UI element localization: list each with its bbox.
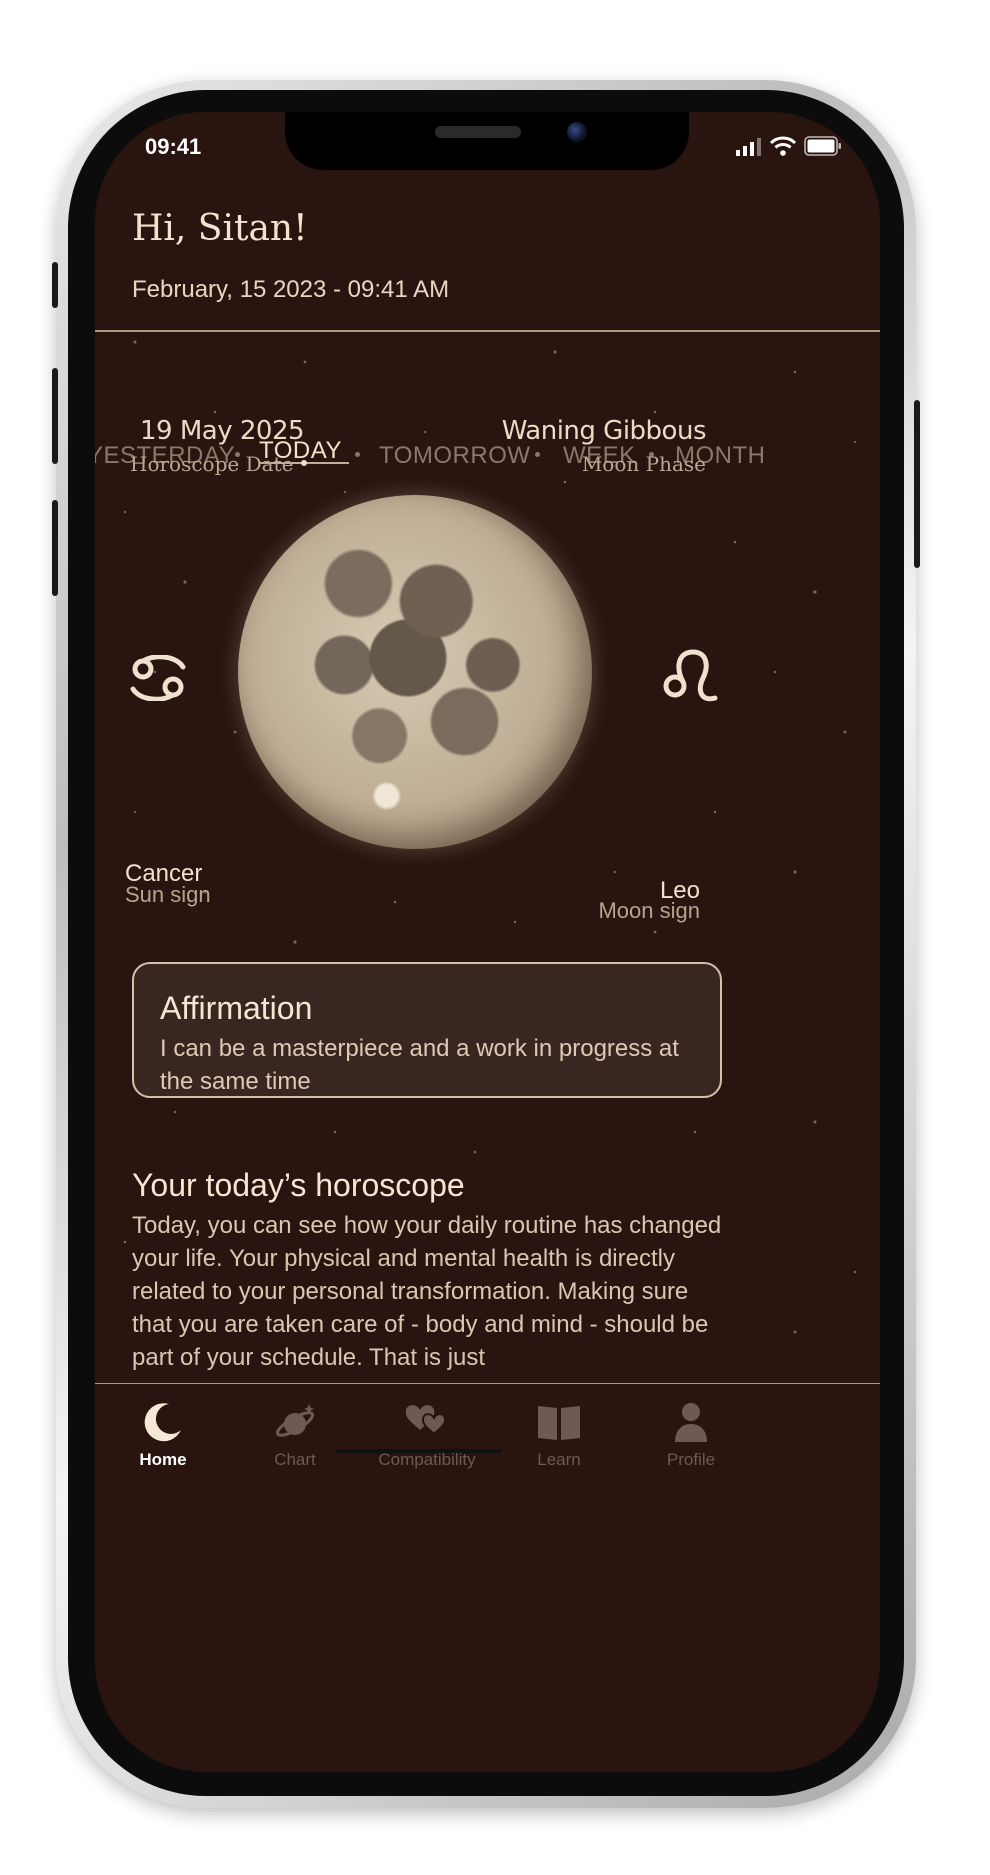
battery-icon [804, 136, 841, 156]
sun-sign-label: Sun sign [125, 882, 211, 907]
affirmation-text: I can be a masterpiece and a work in pro… [160, 1035, 679, 1095]
person-icon [675, 1403, 707, 1442]
speaker-grille [435, 126, 521, 138]
current-datetime: February, 15 2023 - 09:41 AM [132, 276, 450, 303]
nav-profile-label: Profile [666, 1450, 716, 1469]
star-field [123, 340, 857, 1364]
home-indicator [336, 1449, 502, 1453]
moon-phase-value: Waning Gibbous [501, 416, 707, 446]
moon-icon [144, 1403, 181, 1442]
mute-switch [52, 262, 58, 308]
horoscope-title: Your today’s horoscope [132, 1167, 465, 1203]
notch [285, 112, 689, 170]
moon-phase-label: Moon Phase [581, 452, 706, 476]
signal-icon [736, 138, 761, 156]
header-divider [95, 330, 880, 332]
status-time: 09:41 [145, 134, 202, 159]
nav-home[interactable]: Home [103, 1400, 223, 1470]
book-icon [538, 1406, 580, 1440]
front-camera [567, 122, 587, 142]
nav-learn-label: Learn [537, 1450, 581, 1469]
status-icons [736, 134, 842, 156]
leo-icon [663, 649, 718, 702]
nav-chart[interactable]: Chart [235, 1400, 355, 1470]
nav-compatibility-label: Compatibility [378, 1450, 476, 1469]
bottom-navigation: Home Chart Compatibility Learn Profile [95, 1384, 880, 1474]
wifi-icon [770, 136, 796, 156]
moon-sign-label: Moon sign [598, 898, 700, 923]
greeting-title: Hi, Sitan! [132, 208, 308, 249]
tab-tomorrow[interactable]: TOMORROW [379, 442, 531, 470]
nav-compatibility[interactable]: Compatibility [367, 1400, 487, 1470]
app-screen: 09:41 Hi, Sitan! February, 15 2023 - 09:… [95, 112, 880, 1772]
horoscope-text: Today, you can see how your daily routin… [132, 1212, 722, 1371]
nav-profile[interactable]: Profile [631, 1400, 751, 1470]
volume-up-button [52, 368, 58, 464]
nav-learn[interactable]: Learn [499, 1400, 619, 1470]
tab-separator-dot [535, 452, 540, 457]
moon-image [238, 495, 592, 849]
hearts-icon [405, 1405, 447, 1436]
horoscope-date-label: Horoscope Date [130, 452, 294, 476]
tab-separator-dot [355, 452, 360, 457]
affirmation-card[interactable]: Affirmation I can be a masterpiece and a… [132, 962, 722, 1098]
affirmation-title: Affirmation [160, 990, 313, 1026]
volume-down-button [52, 500, 58, 596]
planet-icon [275, 1404, 315, 1437]
nav-home-label: Home [139, 1450, 187, 1469]
nav-chart-label: Chart [274, 1450, 316, 1469]
power-button [914, 400, 920, 568]
horoscope-date-value: 19 May 2025 [140, 416, 305, 446]
cancer-icon [130, 655, 186, 701]
